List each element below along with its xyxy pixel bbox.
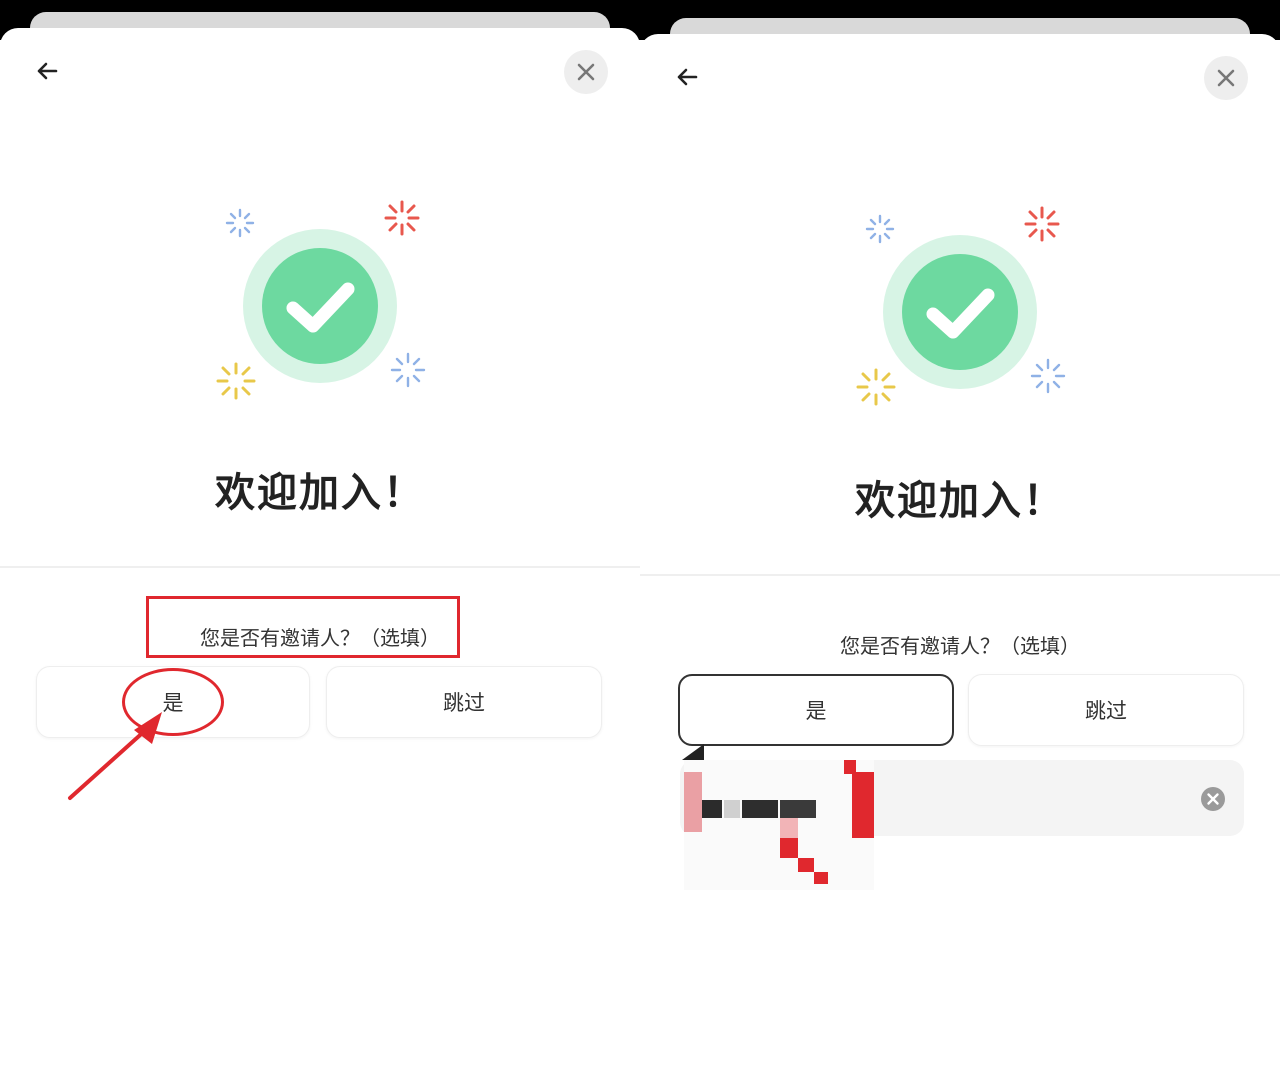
close-button[interactable] — [564, 50, 608, 94]
welcome-title: 欢迎加入！ — [855, 478, 1065, 524]
inviter-question: 您是否有邀请人？（选填） — [840, 634, 1080, 658]
annotation-arrow — [68, 712, 162, 800]
success-illustration — [856, 206, 1066, 406]
yes-button-label: 是 — [805, 699, 827, 723]
close-icon — [1217, 69, 1235, 87]
welcome-sheet: 欢迎加入！ 您是否有邀请人？（选填） 是 跳过 — [0, 28, 640, 1088]
skip-button-label: 跳过 — [443, 691, 485, 715]
annotation-highlight-box — [146, 596, 460, 658]
arrow-left-icon — [37, 62, 58, 80]
left-screenshot: 欢迎加入！ 您是否有邀请人？（选填） 是 跳过 — [0, 0, 640, 1088]
tooltip-pointer — [682, 744, 704, 760]
skip-button[interactable]: 跳过 — [968, 674, 1244, 746]
welcome-title: 欢迎加入！ — [215, 470, 425, 516]
back-button[interactable] — [30, 54, 64, 88]
close-icon — [577, 63, 595, 81]
section-divider — [0, 566, 640, 568]
pixelated-redaction — [684, 760, 874, 890]
skip-button[interactable]: 跳过 — [326, 666, 602, 738]
success-illustration — [216, 200, 426, 400]
section-divider — [640, 574, 1280, 576]
arrow-left-icon — [677, 68, 698, 86]
welcome-sheet: 欢迎加入！ 您是否有邀请人？（选填） 是 跳过 — [640, 34, 1280, 1088]
skip-button-label: 跳过 — [1085, 699, 1127, 723]
yes-button-selected[interactable]: 是 — [678, 674, 954, 746]
close-button[interactable] — [1204, 56, 1248, 100]
back-button[interactable] — [670, 60, 704, 94]
clear-circle-icon[interactable] — [1200, 786, 1226, 812]
right-screenshot: 欢迎加入！ 您是否有邀请人？（选填） 是 跳过 — [640, 0, 1280, 1088]
